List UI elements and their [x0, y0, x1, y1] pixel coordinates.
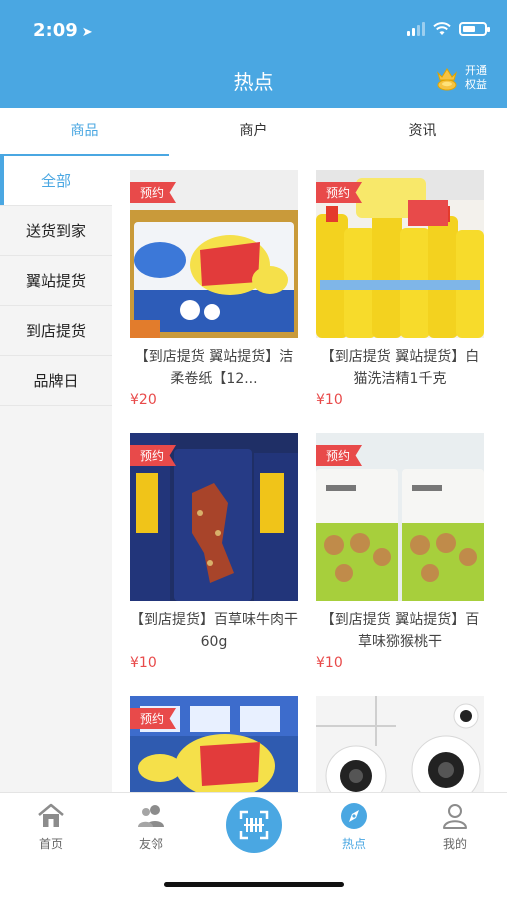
- home-icon: [38, 803, 64, 827]
- page-title: 热点: [233, 70, 274, 94]
- vip-label-line1: 开通: [465, 64, 487, 77]
- scan-button[interactable]: [226, 797, 282, 853]
- reserve-badge: 预约: [130, 182, 177, 203]
- reserve-badge: 预约: [316, 445, 363, 466]
- product-name: 【到店提货 翼站提货】洁柔卷纸【12...: [134, 349, 294, 387]
- product-image: [316, 696, 484, 792]
- sidebar-item-station-pickup[interactable]: 翼站提货: [0, 256, 112, 306]
- nav-profile-label: 我的: [442, 837, 467, 851]
- sidebar-item-brand-day[interactable]: 品牌日: [0, 356, 112, 406]
- sidebar-item-store-pickup[interactable]: 到店提货: [0, 306, 112, 356]
- reserve-badge: 预约: [130, 445, 177, 466]
- tab-news[interactable]: 资讯: [338, 108, 507, 156]
- neighbors-icon: [138, 805, 164, 827]
- compass-icon: [341, 803, 367, 829]
- product-price: ¥20: [130, 392, 157, 408]
- product-image: 预约: [130, 433, 298, 601]
- product-card[interactable]: 预约 【到店提货】百草味牛肉干60g ¥10: [130, 433, 298, 671]
- product-card[interactable]: 预约: [130, 696, 298, 792]
- product-price: ¥10: [130, 655, 157, 671]
- category-tabs: 商品 商户 资讯: [0, 108, 507, 157]
- tab-goods[interactable]: 商品: [0, 108, 169, 157]
- product-name: 【到店提货】百草味牛肉干60g: [130, 612, 298, 650]
- sidebar-filter: 全部 送货到家 翼站提货 到店提货 品牌日: [0, 156, 112, 792]
- status-indicators: [407, 22, 490, 36]
- location-arrow-icon: ➤: [81, 25, 93, 40]
- crown-coin-icon: [436, 68, 458, 91]
- reserve-badge: 预约: [130, 708, 177, 729]
- product-card[interactable]: 预约 【到店提货 翼站提货】百草味猕猴桃干 ¥10: [316, 433, 484, 671]
- product-name: 【到店提货 翼站提货】百草味猕猴桃干: [320, 612, 480, 650]
- sidebar-item-all[interactable]: 全部: [0, 156, 112, 206]
- vip-benefits-button[interactable]: 开通 权益: [435, 64, 489, 92]
- app-header: 2:09 ➤ 热点 开通 权益: [0, 0, 507, 108]
- product-image: 预约: [316, 433, 484, 601]
- product-grid: 预约 【到店提货 翼站提货】洁柔卷纸【12... ¥20 预约 【到店提货 翼站…: [112, 156, 507, 792]
- tab-merchants[interactable]: 商户: [169, 108, 338, 156]
- nav-hot[interactable]: 热点: [314, 801, 394, 852]
- product-name: 【到店提货 翼站提货】白猫洗洁精1千克: [320, 349, 480, 387]
- product-card[interactable]: 预约 【到店提货 翼站提货】白猫洗洁精1千克 ¥10: [316, 170, 484, 408]
- product-image: 预约: [316, 170, 484, 338]
- nav-profile[interactable]: 我的: [415, 801, 495, 852]
- product-image: 预约: [130, 170, 298, 338]
- product-card[interactable]: [316, 696, 484, 792]
- reserve-badge: 预约: [316, 182, 363, 203]
- wifi-icon: [433, 22, 451, 35]
- product-price: ¥10: [316, 655, 343, 671]
- nav-neighbors[interactable]: 友邻: [111, 801, 191, 852]
- status-time-text: 2:09: [33, 20, 78, 41]
- product-image: 预约: [130, 696, 298, 792]
- profile-icon: [443, 804, 467, 829]
- battery-icon: [459, 22, 490, 36]
- nav-home[interactable]: 首页: [11, 801, 91, 852]
- home-indicator: [164, 882, 344, 887]
- sidebar-item-home-delivery[interactable]: 送货到家: [0, 206, 112, 256]
- product-price: ¥10: [316, 392, 343, 408]
- status-time: 2:09 ➤: [33, 20, 93, 41]
- nav-neighbors-label: 友邻: [138, 837, 163, 851]
- scan-icon: [239, 810, 269, 840]
- nav-home-label: 首页: [38, 837, 63, 851]
- nav-hot-label: 热点: [341, 837, 366, 851]
- vip-label-line2: 权益: [465, 78, 487, 91]
- cellular-signal-icon: [407, 22, 425, 36]
- product-card[interactable]: 预约 【到店提货 翼站提货】洁柔卷纸【12... ¥20: [130, 170, 298, 408]
